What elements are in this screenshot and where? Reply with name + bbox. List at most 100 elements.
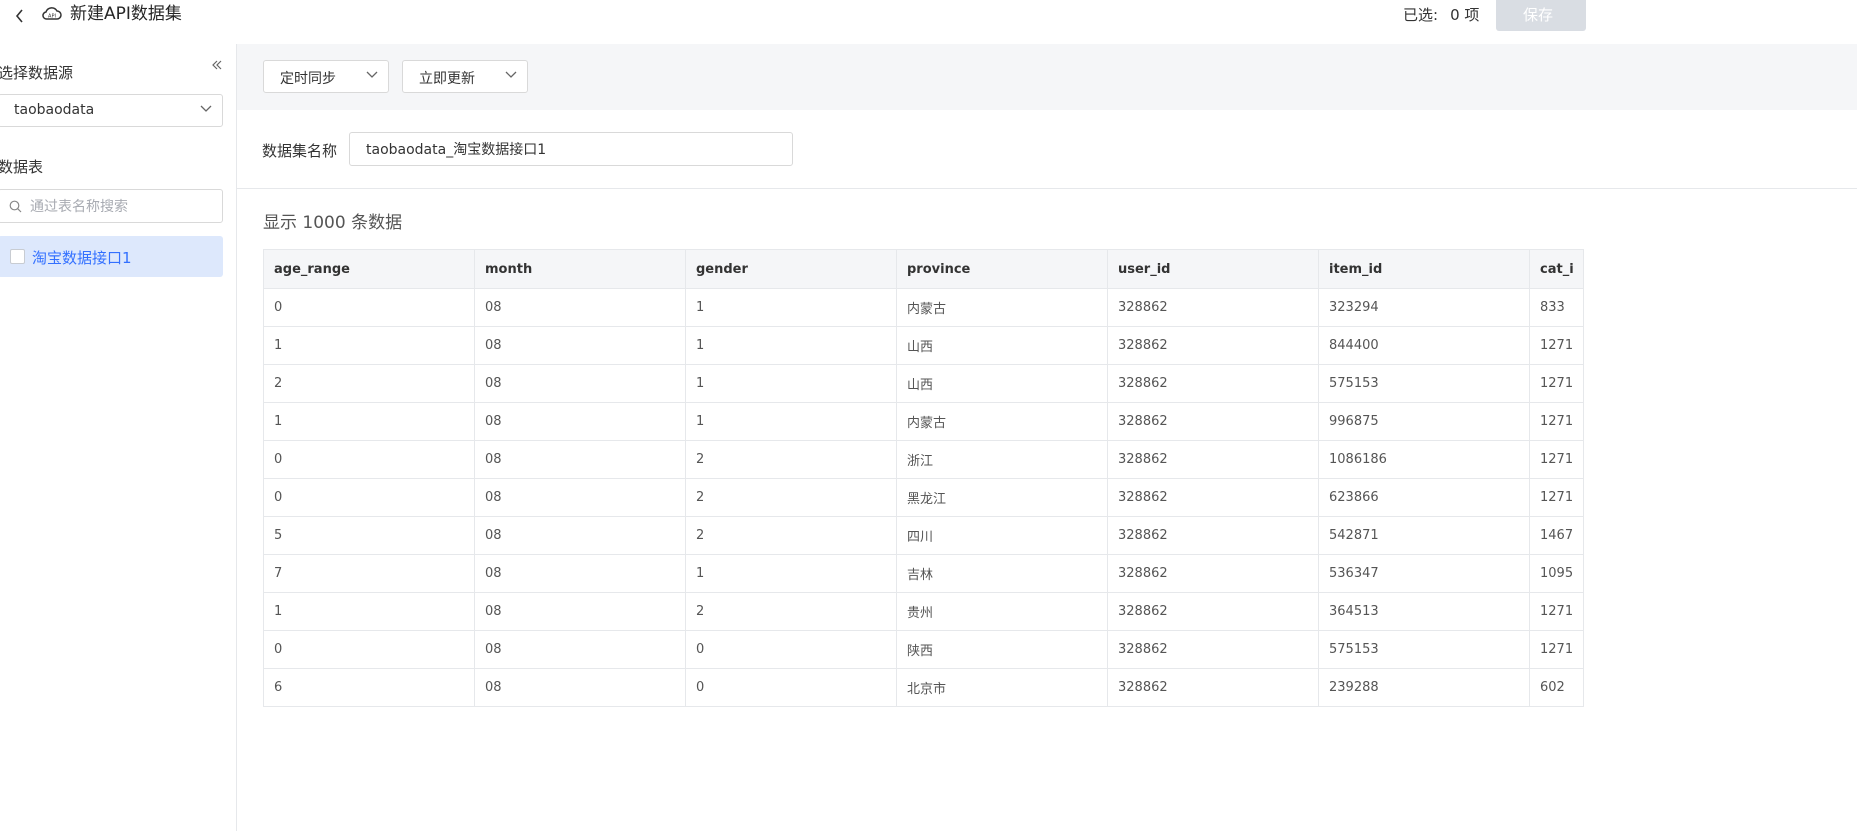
table-cell: 内蒙古 xyxy=(896,402,1108,441)
table-cell: 黑龙江 xyxy=(896,478,1108,517)
table-cell: 08 xyxy=(474,288,686,327)
table-cell: 2 xyxy=(685,440,897,479)
sync-dropdown-label: 定时同步 xyxy=(280,71,336,87)
table-cell: 0 xyxy=(263,288,475,327)
table-cell: 0 xyxy=(263,630,475,669)
table-search-input[interactable] xyxy=(28,196,212,218)
table-cell: 1467 xyxy=(1529,516,1584,555)
dataset-name-label: 数据集名称 xyxy=(262,142,338,160)
cloud-api-icon: API xyxy=(42,7,62,20)
table-cell: 山西 xyxy=(896,326,1108,365)
table-cell: 08 xyxy=(474,516,686,555)
data-preview-table: age_range month gender province user_id … xyxy=(263,249,1584,707)
table-cell: 0 xyxy=(263,440,475,479)
page-title: 新建API数据集 xyxy=(70,4,182,24)
table-cell: 364513 xyxy=(1318,592,1530,631)
table-search xyxy=(0,189,223,223)
table-header-row: age_range month gender province user_id … xyxy=(263,249,1584,289)
table-cell: 0 xyxy=(685,668,897,707)
table-cell: 08 xyxy=(474,592,686,631)
table-cell: 2 xyxy=(685,478,897,517)
table-cell: 四川 xyxy=(896,516,1108,555)
table-cell: 328862 xyxy=(1107,554,1319,593)
search-icon xyxy=(9,200,22,213)
sync-dropdown[interactable]: 定时同步 xyxy=(263,60,389,93)
table-cell: 7 xyxy=(263,554,475,593)
table-cell: 1 xyxy=(685,364,897,403)
update-dropdown[interactable]: 立即更新 xyxy=(402,60,528,93)
table-cell: 1 xyxy=(685,554,897,593)
table-cell: 08 xyxy=(474,326,686,365)
table-cell: 328862 xyxy=(1107,402,1319,441)
sidebar: 选择数据源 taobaodata 数据表 淘宝数据接口1 xyxy=(0,44,237,831)
table-cell: 1271 xyxy=(1529,402,1584,441)
table-row: 0 08 2 黑龙江 328862 623866 1271 xyxy=(263,478,1584,517)
table-cell: 328862 xyxy=(1107,516,1319,555)
table-cell: 1 xyxy=(263,402,475,441)
table-cell: 996875 xyxy=(1318,402,1530,441)
table-cell: 1271 xyxy=(1529,364,1584,403)
table-item-label: 淘宝数据接口1 xyxy=(32,249,132,267)
table-cell: 844400 xyxy=(1318,326,1530,365)
table-cell: 内蒙古 xyxy=(896,288,1108,327)
table-cell: 6 xyxy=(263,668,475,707)
table-cell: 1271 xyxy=(1529,478,1584,517)
datasource-select[interactable]: taobaodata xyxy=(0,94,223,127)
table-cell: 623866 xyxy=(1318,478,1530,517)
table-cell: 1271 xyxy=(1529,326,1584,365)
table-cell: 542871 xyxy=(1318,516,1530,555)
table-item-checkbox[interactable] xyxy=(10,249,25,264)
table-cell: 北京市 xyxy=(896,668,1108,707)
table-cell: 1 xyxy=(685,402,897,441)
table-row: 0 08 2 浙江 328862 1086186 1271 xyxy=(263,440,1584,479)
table-cell: 1 xyxy=(685,288,897,327)
table-cell: 0 xyxy=(685,630,897,669)
dataset-name-input[interactable] xyxy=(349,132,793,166)
table-cell: 1271 xyxy=(1529,592,1584,631)
table-cell: 833 xyxy=(1529,288,1584,327)
table-cell: 08 xyxy=(474,364,686,403)
table-cell: 328862 xyxy=(1107,668,1319,707)
table-row: 1 08 1 内蒙古 328862 996875 1271 xyxy=(263,402,1584,441)
table-row: 7 08 1 吉林 328862 536347 1095 xyxy=(263,554,1584,593)
table-cell: 浙江 xyxy=(896,440,1108,479)
table-cell: 08 xyxy=(474,554,686,593)
table-cell: 1086186 xyxy=(1318,440,1530,479)
table-cell: 2 xyxy=(263,364,475,403)
column-header: gender xyxy=(685,249,897,289)
chevron-down-icon xyxy=(505,71,517,78)
table-cell: 山西 xyxy=(896,364,1108,403)
table-cell: 5 xyxy=(263,516,475,555)
column-header: age_range xyxy=(263,249,475,289)
table-cell: 1095 xyxy=(1529,554,1584,593)
table-cell: 1 xyxy=(263,326,475,365)
table-cell: 239288 xyxy=(1318,668,1530,707)
table-cell: 1 xyxy=(263,592,475,631)
back-button[interactable] xyxy=(8,4,32,28)
table-cell: 贵州 xyxy=(896,592,1108,631)
table-cell: 08 xyxy=(474,668,686,707)
svg-text:API: API xyxy=(48,14,56,20)
table-row: 1 08 2 贵州 328862 364513 1271 xyxy=(263,592,1584,631)
selected-count: 0 项 xyxy=(1450,6,1480,24)
table-cell: 536347 xyxy=(1318,554,1530,593)
column-header: month xyxy=(474,249,686,289)
save-button[interactable]: 保存 xyxy=(1496,0,1586,31)
column-header: province xyxy=(896,249,1108,289)
dataset-name-row: 数据集名称 xyxy=(237,110,1857,189)
datasource-label: 选择数据源 xyxy=(0,64,74,82)
chevron-down-icon xyxy=(366,71,378,78)
table-cell: 吉林 xyxy=(896,554,1108,593)
table-cell: 575153 xyxy=(1318,630,1530,669)
table-cell: 1271 xyxy=(1529,440,1584,479)
main-content: 定时同步 立即更新 数据集名称 显示 1000 条数据 age_range mo… xyxy=(237,44,1857,831)
collapse-sidebar-icon[interactable] xyxy=(210,58,224,72)
table-row: 0 08 0 陕西 328862 575153 1271 xyxy=(263,630,1584,669)
table-cell: 陕西 xyxy=(896,630,1108,669)
table-cell: 0 xyxy=(263,478,475,517)
table-cell: 08 xyxy=(474,402,686,441)
table-cell: 575153 xyxy=(1318,364,1530,403)
toolbar: 定时同步 立即更新 xyxy=(237,44,1857,110)
table-cell: 323294 xyxy=(1318,288,1530,327)
sidebar-item-table[interactable]: 淘宝数据接口1 xyxy=(0,236,223,277)
